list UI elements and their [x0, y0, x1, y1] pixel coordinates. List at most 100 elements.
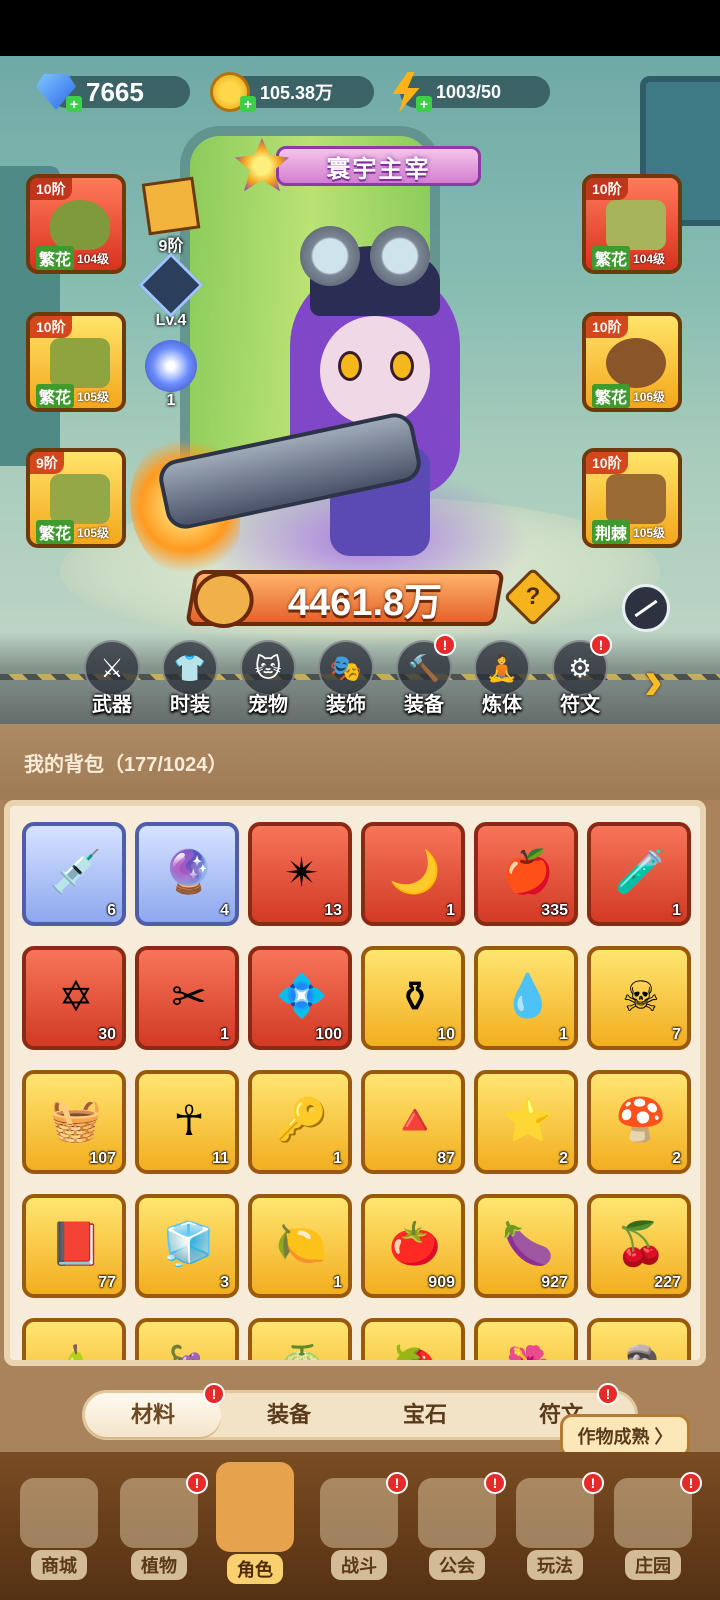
- equip-slot-hat[interactable]: 10阶 繁花 104级: [26, 174, 126, 274]
- plant-icon: [120, 1478, 198, 1548]
- category-refine[interactable]: 🧘 炼体: [468, 640, 536, 717]
- bag-item-slot[interactable]: 🍆 927: [474, 1194, 578, 1298]
- bag-item-slot[interactable]: ☥ 11: [135, 1070, 239, 1174]
- bag-item-slot[interactable]: ✴ 13: [248, 822, 352, 926]
- basket-icon: 🧺: [49, 1095, 103, 1143]
- bag-item-slot[interactable]: 🍅 909: [361, 1194, 465, 1298]
- question-icon: ?: [525, 583, 541, 610]
- bag-item-slot[interactable]: 🧊 3: [135, 1194, 239, 1298]
- bag-item-slot[interactable]: 📕 77: [22, 1194, 126, 1298]
- equip-quality: 荆棘: [592, 520, 631, 544]
- bag-item-slot[interactable]: 🍎 335: [474, 822, 578, 926]
- category-fashion[interactable]: 👕 时装: [156, 640, 224, 717]
- bag-item-slot[interactable]: 🍈: [248, 1318, 352, 1360]
- bag-item-slot[interactable]: ✂ 1: [135, 946, 239, 1050]
- bag-item-slot[interactable]: 🌙 1: [361, 822, 465, 926]
- add-energy-icon[interactable]: +: [416, 96, 432, 112]
- green-cube-icon: 🧊: [162, 1219, 216, 1267]
- equip-quality: 繁花: [592, 246, 631, 270]
- nav-shop[interactable]: 商城: [10, 1468, 108, 1588]
- bag-item-slot[interactable]: 🍄 2: [587, 1070, 691, 1174]
- pants-icon: [50, 474, 110, 524]
- bag-item-slot[interactable]: 💉 6: [22, 822, 126, 926]
- bag-item-slot[interactable]: 🧺 107: [22, 1070, 126, 1174]
- bag-item-slot[interactable]: ⭐ 2: [474, 1070, 578, 1174]
- bag-item-slot[interactable]: 🍒 227: [587, 1194, 691, 1298]
- title-banner[interactable]: 寰宇主宰: [232, 138, 494, 192]
- nav-gameplay[interactable]: 玩法!: [506, 1468, 604, 1588]
- nav-label: 角色: [227, 1554, 283, 1584]
- bag-item-slot[interactable]: ☠ 7: [587, 946, 691, 1050]
- chevron-right-icon[interactable]: ›: [644, 652, 688, 708]
- category-decoration[interactable]: 🎭 装饰: [312, 640, 380, 717]
- syringe-icon: 💉: [49, 847, 103, 895]
- bag-item-slot[interactable]: 💠 100: [248, 946, 352, 1050]
- add-gems-icon[interactable]: +: [66, 96, 82, 112]
- bag-item-slot[interactable]: ⚱ 10: [361, 946, 465, 1050]
- orb-item[interactable]: 1: [140, 340, 202, 410]
- bag-item-slot[interactable]: 💧 1: [474, 946, 578, 1050]
- equip-slot-belt[interactable]: 10阶 繁花 106级: [582, 312, 682, 412]
- equip-tier: 10阶: [586, 452, 628, 474]
- stage-item[interactable]: 9阶: [140, 176, 202, 256]
- category-weapon[interactable]: ⚔ 武器: [78, 640, 146, 717]
- backpack-panel: 我的背包（177/1024） 💉 6 🔮 4 ✴ 13 🌙 1 🍎 335 🧪 1 ✡ 30 ✂ 1 💠 100 ⚱…: [0, 724, 720, 1452]
- category-nav: ⚔ 武器 👕 时装 🐱 宠物 🎭 装饰 🔨 装备! 🧘 炼体 ⚙ 符文! ›: [0, 632, 720, 724]
- goggle-icon: [370, 226, 430, 286]
- wrench-icon: [193, 572, 254, 628]
- star-compass-icon: ⭐: [501, 1095, 555, 1143]
- bag-item-slot[interactable]: 🔑 1: [248, 1070, 352, 1174]
- nav-plants[interactable]: 植物!: [110, 1468, 208, 1588]
- tab-equipment[interactable]: 装备: [221, 1393, 357, 1437]
- equip-slot-pants[interactable]: 9阶 繁花 105级: [26, 448, 126, 548]
- level-item[interactable]: Lv.4: [138, 252, 204, 330]
- gloves-icon: [50, 338, 110, 388]
- tab-label: 材料: [130, 1402, 175, 1427]
- bag-item-slot[interactable]: ✡ 30: [22, 946, 126, 1050]
- backpack-title: 我的背包（177/1024）: [24, 754, 228, 776]
- nav-manor[interactable]: 庄园!: [604, 1468, 702, 1588]
- hexagram-crystal-icon: ✡: [58, 972, 94, 1020]
- item-count: 3: [220, 1274, 229, 1291]
- item-count: 10: [437, 1026, 455, 1043]
- nav-character[interactable]: 角色: [206, 1452, 304, 1584]
- boots-icon: [606, 474, 666, 524]
- energy-currency[interactable]: + 1003/50: [382, 72, 550, 112]
- grape-icon: 🍇: [157, 1336, 221, 1361]
- bag-item-slot[interactable]: 🍐: [22, 1318, 126, 1360]
- gold-currency[interactable]: + 105.38万: [206, 72, 374, 112]
- shop-icon: [20, 1478, 98, 1548]
- equip-slot-boots[interactable]: 10阶 荆棘 105级: [582, 448, 682, 548]
- gem-currency[interactable]: + 7665: [32, 72, 190, 112]
- equip-slot-armor[interactable]: 10阶 繁花 104级: [582, 174, 682, 274]
- bag-item-slot[interactable]: 🧪 1: [587, 822, 691, 926]
- bag-item-slot[interactable]: 🔺 87: [361, 1070, 465, 1174]
- bag-item-slot[interactable]: 🍇: [135, 1318, 239, 1361]
- item-count: 100: [315, 1026, 342, 1043]
- hide-eye-icon[interactable]: [622, 584, 670, 632]
- equip-slot-gloves[interactable]: 10阶 繁花 105级: [26, 312, 126, 412]
- category-rune[interactable]: ⚙ 符文!: [546, 634, 614, 717]
- character-avatar[interactable]: [200, 216, 530, 616]
- key-icon: 🔑: [275, 1095, 329, 1143]
- bag-tabs: 材料! 装备 宝石 符文!: [82, 1383, 638, 1440]
- bag-item-slot[interactable]: 🍓: [361, 1318, 465, 1360]
- tab-gems[interactable]: 宝石: [357, 1393, 493, 1437]
- castle-icon: [418, 1478, 496, 1548]
- equip-quality: 繁花: [592, 384, 631, 408]
- bag-item-slot[interactable]: 🍋 1: [248, 1194, 352, 1298]
- nav-label: 公会: [429, 1550, 485, 1580]
- nav-battle[interactable]: 战斗!: [310, 1468, 408, 1588]
- bag-item-slot[interactable]: 🗿: [587, 1318, 691, 1360]
- add-gold-icon[interactable]: +: [240, 96, 256, 112]
- item-count: 2: [672, 1150, 681, 1167]
- category-pet[interactable]: 🐱 宠物: [234, 640, 302, 717]
- item-grid-container[interactable]: 💉 6 🔮 4 ✴ 13 🌙 1 🍎 335 🧪 1 ✡ 30 ✂ 1 💠 100 ⚱ 10 💧 1 ☠ 7 🧺 107 ☥ 11 🔑 1…: [4, 800, 706, 1366]
- nav-guild[interactable]: 公会!: [408, 1468, 506, 1588]
- tab-materials[interactable]: 材料!: [85, 1383, 225, 1437]
- bag-item-slot[interactable]: 🔮 4: [135, 822, 239, 926]
- bag-item-slot[interactable]: 🌺: [474, 1318, 578, 1360]
- category-equipment[interactable]: 🔨 装备!: [390, 634, 458, 717]
- power-value: 4461.8万: [287, 581, 443, 624]
- combat-power: 4461.8万: [185, 570, 505, 628]
